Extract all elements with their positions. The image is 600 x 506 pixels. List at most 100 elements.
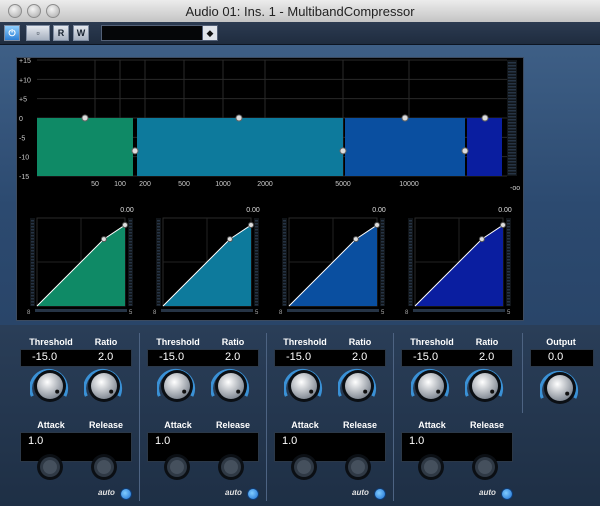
crossover-handle[interactable]: [461, 147, 469, 155]
band-gain-handle[interactable]: [81, 114, 89, 122]
write-automation-button[interactable]: W: [73, 25, 89, 41]
compression-curve-4[interactable]: 0.00 8 5: [405, 207, 512, 316]
release-label: Release: [88, 420, 124, 430]
auto-release-label: auto: [352, 488, 369, 497]
band-separator: [139, 333, 140, 501]
frequency-label: 10000: [399, 181, 419, 188]
read-automation-button[interactable]: R: [53, 25, 69, 41]
preset-menu-icon[interactable]: ◆: [202, 25, 218, 41]
svg-text:5: 5: [381, 310, 385, 316]
attack-value[interactable]: 1.0: [28, 435, 43, 447]
attack-knob[interactable]: [162, 452, 192, 482]
auto-release-icon[interactable]: [120, 488, 132, 500]
threshold-knob[interactable]: [411, 366, 451, 406]
threshold-knob[interactable]: [30, 366, 70, 406]
output-controls: Output 0.0: [526, 325, 596, 420]
window-title: Audio 01: Ins. 1 - MultibandCompressor: [185, 4, 415, 19]
auto-release-icon[interactable]: [374, 488, 386, 500]
release-label: Release: [342, 420, 378, 430]
db-scale-label: +5: [19, 97, 27, 104]
release-label: Release: [215, 420, 251, 430]
compression-curve-3[interactable]: 0.00 8 5: [279, 207, 386, 316]
preset-field[interactable]: [101, 25, 203, 41]
band-region-4[interactable]: [467, 118, 502, 176]
auto-release-label: auto: [225, 488, 242, 497]
ratio-knob[interactable]: [84, 366, 124, 406]
frequency-band-editor[interactable]: +15 +10 +5 0 -5 -10 -15 50 100 200 500 1000 2000 5000…: [17, 58, 523, 320]
threshold-value[interactable]: -15.0: [413, 351, 438, 363]
band-separator: [266, 333, 267, 501]
ratio-value[interactable]: 2.0: [479, 351, 494, 363]
makeup-gain-value: 0.00: [246, 207, 260, 214]
svg-text:5: 5: [507, 310, 511, 316]
power-icon[interactable]: ⏻: [4, 25, 20, 41]
compression-curve-2[interactable]: 0.00 8 5: [153, 207, 260, 316]
attack-value[interactable]: 1.0: [409, 435, 424, 447]
band-region-1[interactable]: [37, 118, 133, 176]
ratio-value[interactable]: 2.0: [352, 351, 367, 363]
makeup-gain-value: 0.00: [372, 207, 386, 214]
db-scale-label: -10: [19, 155, 29, 162]
band-separator: [522, 333, 523, 413]
attack-knob[interactable]: [289, 452, 319, 482]
release-knob[interactable]: [216, 452, 246, 482]
ratio-value[interactable]: 2.0: [98, 351, 113, 363]
output-value[interactable]: 0.0: [548, 351, 563, 363]
db-scale-label: +10: [19, 77, 31, 84]
band-controls-4: Threshold Ratio -15.0 2.0 Attack Release 1.0 au…: [397, 325, 517, 506]
threshold-value[interactable]: -15.0: [159, 351, 184, 363]
crossover-handle[interactable]: [339, 147, 347, 155]
release-knob[interactable]: [470, 452, 500, 482]
band-controls-1: Threshold Ratio -15.0 2.0 Attack Release 1.0 au…: [16, 325, 136, 506]
band-controls-3: Threshold Ratio -15.0 2.0 Attack Release 1.0 au…: [270, 325, 390, 506]
band-region-3[interactable]: [345, 118, 465, 176]
ratio-label: Ratio: [475, 337, 499, 347]
threshold-value[interactable]: -15.0: [32, 351, 57, 363]
auto-release-icon[interactable]: [501, 488, 513, 500]
svg-text:8: 8: [153, 310, 157, 316]
threshold-label: Threshold: [283, 337, 327, 347]
frequency-label: 50: [91, 181, 99, 188]
auto-release-icon[interactable]: [247, 488, 259, 500]
db-scale-label: +15: [19, 58, 31, 65]
frequency-label: 5000: [335, 181, 351, 188]
threshold-label: Threshold: [410, 337, 454, 347]
ratio-knob[interactable]: [338, 366, 378, 406]
output-knob[interactable]: [540, 368, 580, 408]
release-label: Release: [469, 420, 505, 430]
band-controls-2: Threshold Ratio -15.0 2.0 Attack Release 1.0 au…: [143, 325, 263, 506]
attack-knob[interactable]: [416, 452, 446, 482]
release-knob[interactable]: [89, 452, 119, 482]
compression-curve-1[interactable]: 0.00 8 5: [27, 207, 134, 316]
svg-text:5: 5: [255, 310, 259, 316]
attack-label: Attack: [418, 420, 446, 430]
attack-value[interactable]: 1.0: [282, 435, 297, 447]
title-bar: Audio 01: Ins. 1 - MultibandCompressor: [0, 0, 600, 23]
threshold-knob[interactable]: [157, 366, 197, 406]
auto-release-label: auto: [98, 488, 115, 497]
attack-value[interactable]: 1.0: [155, 435, 170, 447]
makeup-gain-value: 0.00: [498, 207, 512, 214]
band-region-2[interactable]: [137, 118, 343, 176]
svg-text:8: 8: [405, 310, 409, 316]
bypass-button[interactable]: ▫: [26, 25, 50, 41]
auto-release-label: auto: [479, 488, 496, 497]
db-scale-label: -5: [19, 135, 25, 142]
ratio-label: Ratio: [348, 337, 372, 347]
ratio-value[interactable]: 2.0: [225, 351, 240, 363]
band-gain-handle[interactable]: [235, 114, 243, 122]
makeup-gain-value: 0.00: [120, 207, 134, 214]
threshold-knob[interactable]: [284, 366, 324, 406]
attack-knob[interactable]: [35, 452, 65, 482]
threshold-label: Threshold: [156, 337, 200, 347]
band-separator: [393, 333, 394, 501]
crossover-handle[interactable]: [131, 147, 139, 155]
threshold-value[interactable]: -15.0: [286, 351, 311, 363]
ratio-knob[interactable]: [465, 366, 505, 406]
frequency-label: 200: [139, 181, 151, 188]
release-knob[interactable]: [343, 452, 373, 482]
band-gain-handle[interactable]: [481, 114, 489, 122]
ratio-knob[interactable]: [211, 366, 251, 406]
band-gain-handle[interactable]: [401, 114, 409, 122]
controls-panel: Threshold Ratio -15.0 2.0 Attack Release 1.0 au…: [0, 325, 600, 506]
